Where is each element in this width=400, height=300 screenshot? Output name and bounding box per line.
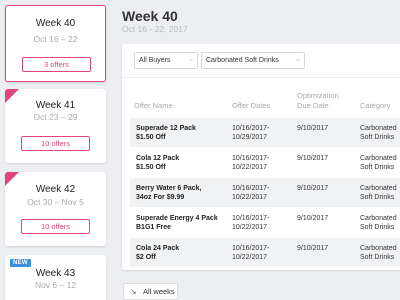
category-line1: Carbonated: [360, 215, 397, 222]
week-title: Week 41: [35, 100, 76, 111]
table-row[interactable]: Superade 12 Pack $1.50 Off 10/16/2017- 1…: [130, 118, 400, 147]
opt-due-date: 9/10/2017: [297, 125, 329, 132]
category-line1: Carbonated: [360, 155, 397, 162]
offer-name-line1: Cola 12 Pack: [136, 155, 180, 162]
offer-dates-line1: 10/16/2017-: [232, 215, 270, 222]
offers-button[interactable]: 3 offers: [22, 57, 91, 72]
week-title: Week 42: [35, 184, 76, 195]
buyers-select[interactable]: All Buyers ⌵: [134, 52, 198, 69]
category-select[interactable]: Carbonated Soft Drinks ⌵: [201, 52, 305, 69]
week-dates: Oct 16 – 22: [33, 34, 78, 44]
category-line1: Carbonated: [360, 245, 397, 252]
category-line2: Soft Drinks: [360, 254, 395, 261]
offer-dates-line2: 10/22/2017: [232, 164, 268, 171]
header-offer-dates[interactable]: Offer Dates: [232, 101, 270, 110]
header-opt-due-line2[interactable]: Due Date: [297, 101, 329, 110]
opt-due-date: 9/10/2017: [297, 215, 329, 222]
offer-name-line2: $1.50 Off: [136, 134, 166, 141]
week-card-43[interactable]: NEW Week 43 Nov 6 – 12: [5, 255, 106, 300]
chevron-down-icon: ⌵: [295, 57, 300, 63]
page-dates: Oct 16 - 22, 2017: [122, 24, 188, 34]
page-title: Week 40: [122, 8, 178, 24]
category-select-value: Carbonated Soft Drinks: [206, 57, 279, 64]
table-row[interactable]: Superade Energy 4 Pack B1G1 Free 10/16/2…: [130, 208, 400, 237]
week-title: Week 43: [35, 268, 76, 279]
opt-due-date: 9/10/2017: [297, 185, 329, 192]
header-category[interactable]: Category: [360, 101, 390, 110]
offer-dates-line1: 10/16/2017-: [232, 125, 270, 132]
chevron-down-icon: ⌵: [188, 57, 193, 63]
buyers-select-value: All Buyers: [139, 57, 171, 64]
table-row[interactable]: Cola 12 Pack $1.50 Off 10/16/2017- 10/22…: [130, 148, 400, 177]
week-card-40[interactable]: Week 40 Oct 16 – 22 3 offers: [5, 5, 106, 82]
offer-dates-line1: 10/16/2017-: [232, 185, 270, 192]
category-line2: Soft Drinks: [360, 134, 395, 141]
category-line2: Soft Drinks: [360, 224, 395, 231]
offer-name-line2: B1G1 Free: [136, 224, 172, 231]
offers-button[interactable]: 10 offers: [21, 219, 90, 234]
week-dates: Nov 6 – 12: [34, 280, 77, 290]
category-line1: Carbonated: [360, 125, 397, 132]
opt-due-date: 9/10/2017: [297, 155, 329, 162]
offer-dates-line2: 10/29/2017: [232, 134, 268, 141]
week-dates: Oct 23 – 29: [33, 112, 78, 122]
offer-dates-line2: 10/22/2017: [232, 224, 268, 231]
week-card-42[interactable]: Week 42 Oct 30 – Nov 5 10 offers: [5, 172, 106, 246]
header-opt-due-line1[interactable]: Optimization: [297, 91, 339, 100]
offers-button[interactable]: 10 offers: [21, 136, 90, 151]
offer-dates-line2: 10/22/2017: [232, 254, 268, 261]
offer-name-line2: $1.50 Off: [136, 164, 166, 171]
week-title: Week 40: [35, 18, 76, 29]
category-line2: Soft Drinks: [360, 194, 395, 201]
table-row[interactable]: Berry Water 6 Pack, 34oz For $9.99 10/16…: [130, 178, 400, 207]
offer-dates-line2: 10/22/2017: [232, 194, 268, 201]
offer-name-line1: Superade Energy 4 Pack: [136, 215, 218, 222]
header-offer-name[interactable]: Offer Name: [134, 101, 173, 110]
offer-name-line1: Berry Water 6 Pack,: [136, 185, 202, 192]
offer-name-line1: Cola 24 Pack: [136, 245, 180, 252]
collapse-arrows-icon: ↘: [130, 287, 137, 296]
offer-name-line2: $2 Off: [136, 254, 156, 261]
opt-due-date: 9/10/2017: [297, 245, 329, 252]
week-card-41[interactable]: Week 41 Oct 23 – 29 10 offers: [5, 89, 106, 163]
category-line1: Carbonated: [360, 185, 397, 192]
offer-dates-line1: 10/16/2017-: [232, 245, 270, 252]
new-badge: NEW: [10, 259, 31, 267]
offer-name-line2: 34oz For $9.99: [136, 194, 185, 201]
table-row[interactable]: Cola 24 Pack $2 Off 10/16/2017- 10/22/20…: [130, 238, 400, 267]
offer-dates-line1: 10/16/2017-: [232, 155, 270, 162]
category-line2: Soft Drinks: [360, 164, 395, 171]
all-weeks-label: All weeks: [143, 287, 175, 296]
all-weeks-button[interactable]: ↘ All weeks: [123, 283, 178, 300]
week-dates: Oct 30 – Nov 5: [27, 197, 84, 207]
offer-name-line1: Superade 12 Pack: [136, 125, 196, 132]
